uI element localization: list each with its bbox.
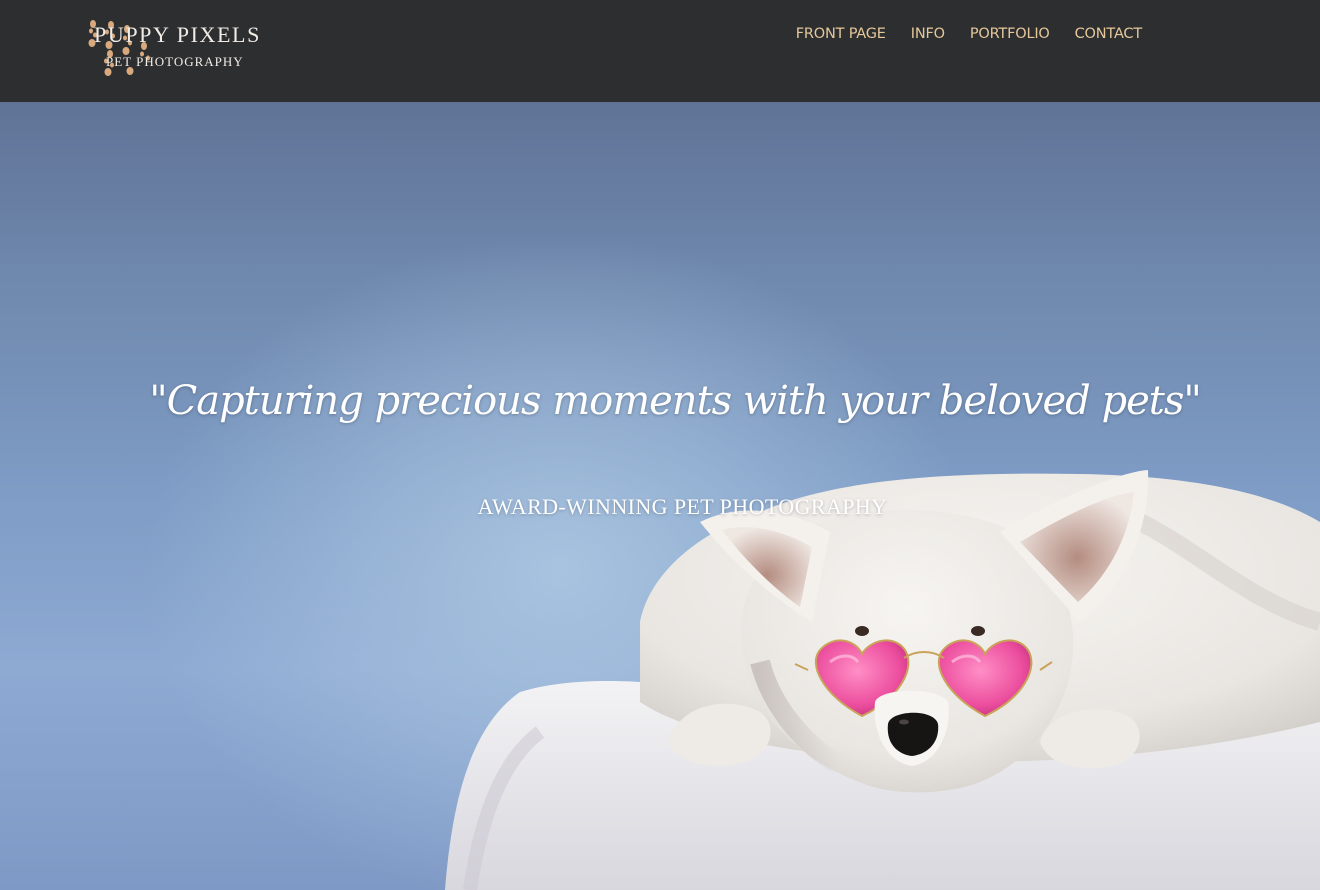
nav-item-info[interactable]: INFO [911,26,945,42]
site-logo[interactable]: PUPPY PIXELS PET PHOTOGRAPHY [86,18,259,80]
hero-section: "Capturing precious moments with your be… [0,102,1320,890]
nav-item-contact[interactable]: CONTACT [1075,26,1143,42]
hero-quote: "Capturing precious moments with your be… [149,378,1202,424]
nav-item-front-page[interactable]: FRONT PAGE [796,26,886,42]
brand-subtitle: PET PHOTOGRAPHY [106,54,244,69]
main-nav: FRONT PAGE INFO PORTFOLIO CONTACT [796,26,1142,42]
site-header: PUPPY PIXELS PET PHOTOGRAPHY FRONT PAGE … [0,0,1320,102]
hero-tagline: AWARD-WINNING PET PHOTOGRAPHY [477,494,888,519]
nav-item-portfolio[interactable]: PORTFOLIO [970,26,1050,42]
brand-title: PUPPY PIXELS [94,22,261,47]
